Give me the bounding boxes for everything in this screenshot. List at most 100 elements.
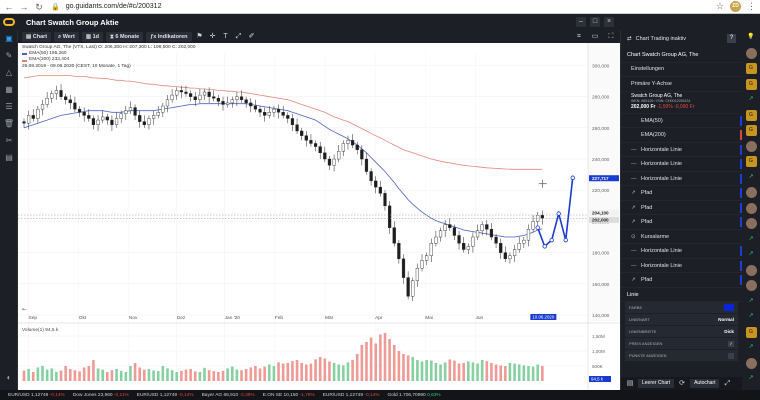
guidants-logo[interactable] (0, 14, 18, 30)
color-swatch[interactable] (724, 304, 734, 312)
widget-item[interactable]: ↗ (742, 340, 760, 356)
ticker-item[interactable]: Gold 1.706,70990 0,63% (388, 393, 441, 398)
back-icon[interactable]: ← (3, 1, 15, 13)
autochart-button[interactable]: Autochart (690, 379, 720, 388)
layer-row[interactable]: EMA(200) (621, 128, 742, 143)
show-points-field[interactable]: PUNKTE ANZEIGEN (625, 350, 738, 362)
widget-item[interactable] (742, 139, 760, 155)
minimize-icon[interactable]: – (576, 17, 586, 27)
contrast-icon[interactable]: ◐ (0, 369, 18, 386)
price-chart[interactable]: 140,000160,000180,000200,000220,000240,0… (18, 43, 620, 390)
layer-row[interactable]: ⊙ Kursalarme (621, 230, 742, 245)
widget-item[interactable] (742, 356, 760, 372)
widget-item[interactable]: ↗ (742, 294, 760, 310)
layer-row[interactable]: ↗ Pfad (621, 186, 742, 201)
interval-button[interactable]: ▥ 1d (81, 31, 103, 42)
tools-icon[interactable]: ✂ (0, 132, 18, 149)
help-button[interactable]: ? (727, 34, 736, 43)
path-anchor-point[interactable] (563, 237, 568, 243)
primary-y-axis-row[interactable]: Primäre Y-Achse (621, 77, 742, 92)
widget-item[interactable]: ↗ (742, 170, 760, 186)
einstellungen-row[interactable]: Einstellungen (621, 63, 742, 77)
indicators-button[interactable]: ƒx Indikatoren (146, 31, 192, 42)
widget-item[interactable]: G (742, 77, 760, 93)
url-input[interactable]: go.guidants.com/de/#c/200312 (66, 3, 162, 10)
refresh-icon[interactable]: ⟳ (677, 379, 687, 389)
browser-menu-icon[interactable]: ⋮ (747, 1, 756, 12)
wert-button[interactable]: ⌕ Wert (54, 31, 79, 42)
list-icon[interactable]: ☰ (0, 98, 18, 115)
brush-icon[interactable]: ✐ (247, 32, 257, 42)
layer-row[interactable]: — Horizontale Linie (621, 172, 742, 187)
layer-row[interactable]: — Horizontale Linie (621, 143, 742, 158)
widget-item[interactable] (742, 278, 760, 294)
show-price-checkbox[interactable]: ✓ (728, 340, 734, 347)
bookmark-star-icon[interactable]: ☆ (716, 1, 724, 12)
zoom-icon[interactable]: ⤢ (234, 32, 244, 42)
profile-avatar[interactable]: ZD (730, 1, 741, 12)
warning-icon[interactable]: △ (0, 64, 18, 81)
close-icon[interactable]: × (604, 17, 614, 27)
layer-row[interactable]: EMA(50) (621, 114, 742, 129)
widget-item[interactable]: ↗ (742, 92, 760, 108)
layer-row[interactable]: ↗ Pfad (621, 215, 742, 230)
widget-item[interactable]: G (742, 108, 760, 124)
layer-row[interactable]: ↗ Pfad (621, 273, 742, 288)
camera-icon[interactable]: ⌗ (574, 32, 584, 42)
widget-item[interactable]: 💡 (742, 30, 760, 46)
drawn-path[interactable] (536, 177, 574, 248)
dashboard-icon[interactable]: ▣ (0, 30, 18, 47)
path-anchor-point[interactable] (542, 244, 547, 249)
layer-row[interactable]: ↗ Pfad (621, 201, 742, 216)
show-price-field[interactable]: PREIS ANZEIGEN ✓ (625, 338, 738, 350)
show-points-checkbox[interactable] (728, 352, 734, 359)
path-anchor-point[interactable] (549, 237, 554, 243)
ticker-item[interactable]: Dow Jones 23,960 -0,11% (73, 393, 129, 398)
crosshair-icon[interactable]: ✛ (208, 32, 218, 42)
widget-item[interactable]: ↗ (742, 247, 760, 263)
instrument-card[interactable]: Swatch Group AG, The WKN: 865126 / ISIN:… (621, 92, 742, 114)
widget-item[interactable] (742, 46, 760, 62)
maximize-icon[interactable]: □ (590, 17, 600, 27)
path-anchor-point[interactable] (535, 225, 540, 230)
layout-icon[interactable]: ▭ (590, 32, 600, 42)
forward-icon[interactable]: → (18, 1, 30, 13)
expand-icon[interactable]: ⤢ (722, 379, 732, 389)
layer-row[interactable]: — Horizontale Linie (621, 259, 742, 274)
widget-item[interactable]: ↗ (742, 309, 760, 325)
path-anchor-point[interactable] (556, 211, 561, 216)
path-anchor-point[interactable] (570, 175, 575, 180)
chart-button[interactable]: ▤ Chart (22, 31, 52, 42)
chart-list-icon[interactable]: ▤ (625, 379, 635, 389)
trash-icon[interactable]: 🗑 (0, 115, 18, 132)
ticker-item[interactable]: E.ON SE 10,150 -1,78% (263, 393, 315, 398)
pencil-icon[interactable]: ✎ (0, 47, 18, 64)
widget-item[interactable] (742, 201, 760, 217)
period-button[interactable]: ⧗ 6 Monate (106, 31, 144, 42)
widget-item[interactable] (742, 185, 760, 201)
widget-item[interactable]: G (742, 154, 760, 170)
widget-item[interactable]: G (742, 61, 760, 77)
widget-item[interactable]: ↗ (742, 371, 760, 387)
ticker-item[interactable]: EUR/USD 1,12749 -0,14% (137, 393, 194, 398)
widget-item[interactable]: G (742, 123, 760, 139)
chart-area[interactable]: 140,000 160,000 180,000 200,000 220,000 240,0… (18, 43, 620, 390)
fullscreen-icon[interactable]: ⛶ (606, 32, 616, 42)
line-width-value[interactable]: Dick (724, 329, 734, 334)
ticker-item[interactable]: Bayer AG 66,910 -2,35% (202, 393, 255, 398)
text-icon[interactable]: T (221, 32, 231, 42)
widget-item[interactable] (742, 216, 760, 232)
color-field[interactable]: FARBE (625, 302, 738, 314)
widget-item[interactable]: ↗ (742, 232, 760, 248)
reload-icon[interactable]: ↻ (33, 1, 45, 13)
scroll-handle-icon[interactable]: ⇤ (22, 306, 27, 313)
empty-chart-button[interactable]: Leerer Chart (638, 379, 675, 388)
bookmark-icon[interactable]: ⚑ (195, 32, 205, 42)
line-width-field[interactable]: LINIENBREITE Dick (625, 326, 738, 338)
instrument-row[interactable]: Chart Swatch Group AG, The (621, 48, 742, 63)
ticker-item[interactable]: EUR/USD 1,12749 -0,14% (8, 393, 65, 398)
widget-item[interactable]: G (742, 325, 760, 341)
layer-row[interactable]: — Horizontale Linie (621, 244, 742, 259)
line-style-value[interactable]: Normal (718, 317, 734, 322)
widget-item[interactable] (742, 263, 760, 279)
